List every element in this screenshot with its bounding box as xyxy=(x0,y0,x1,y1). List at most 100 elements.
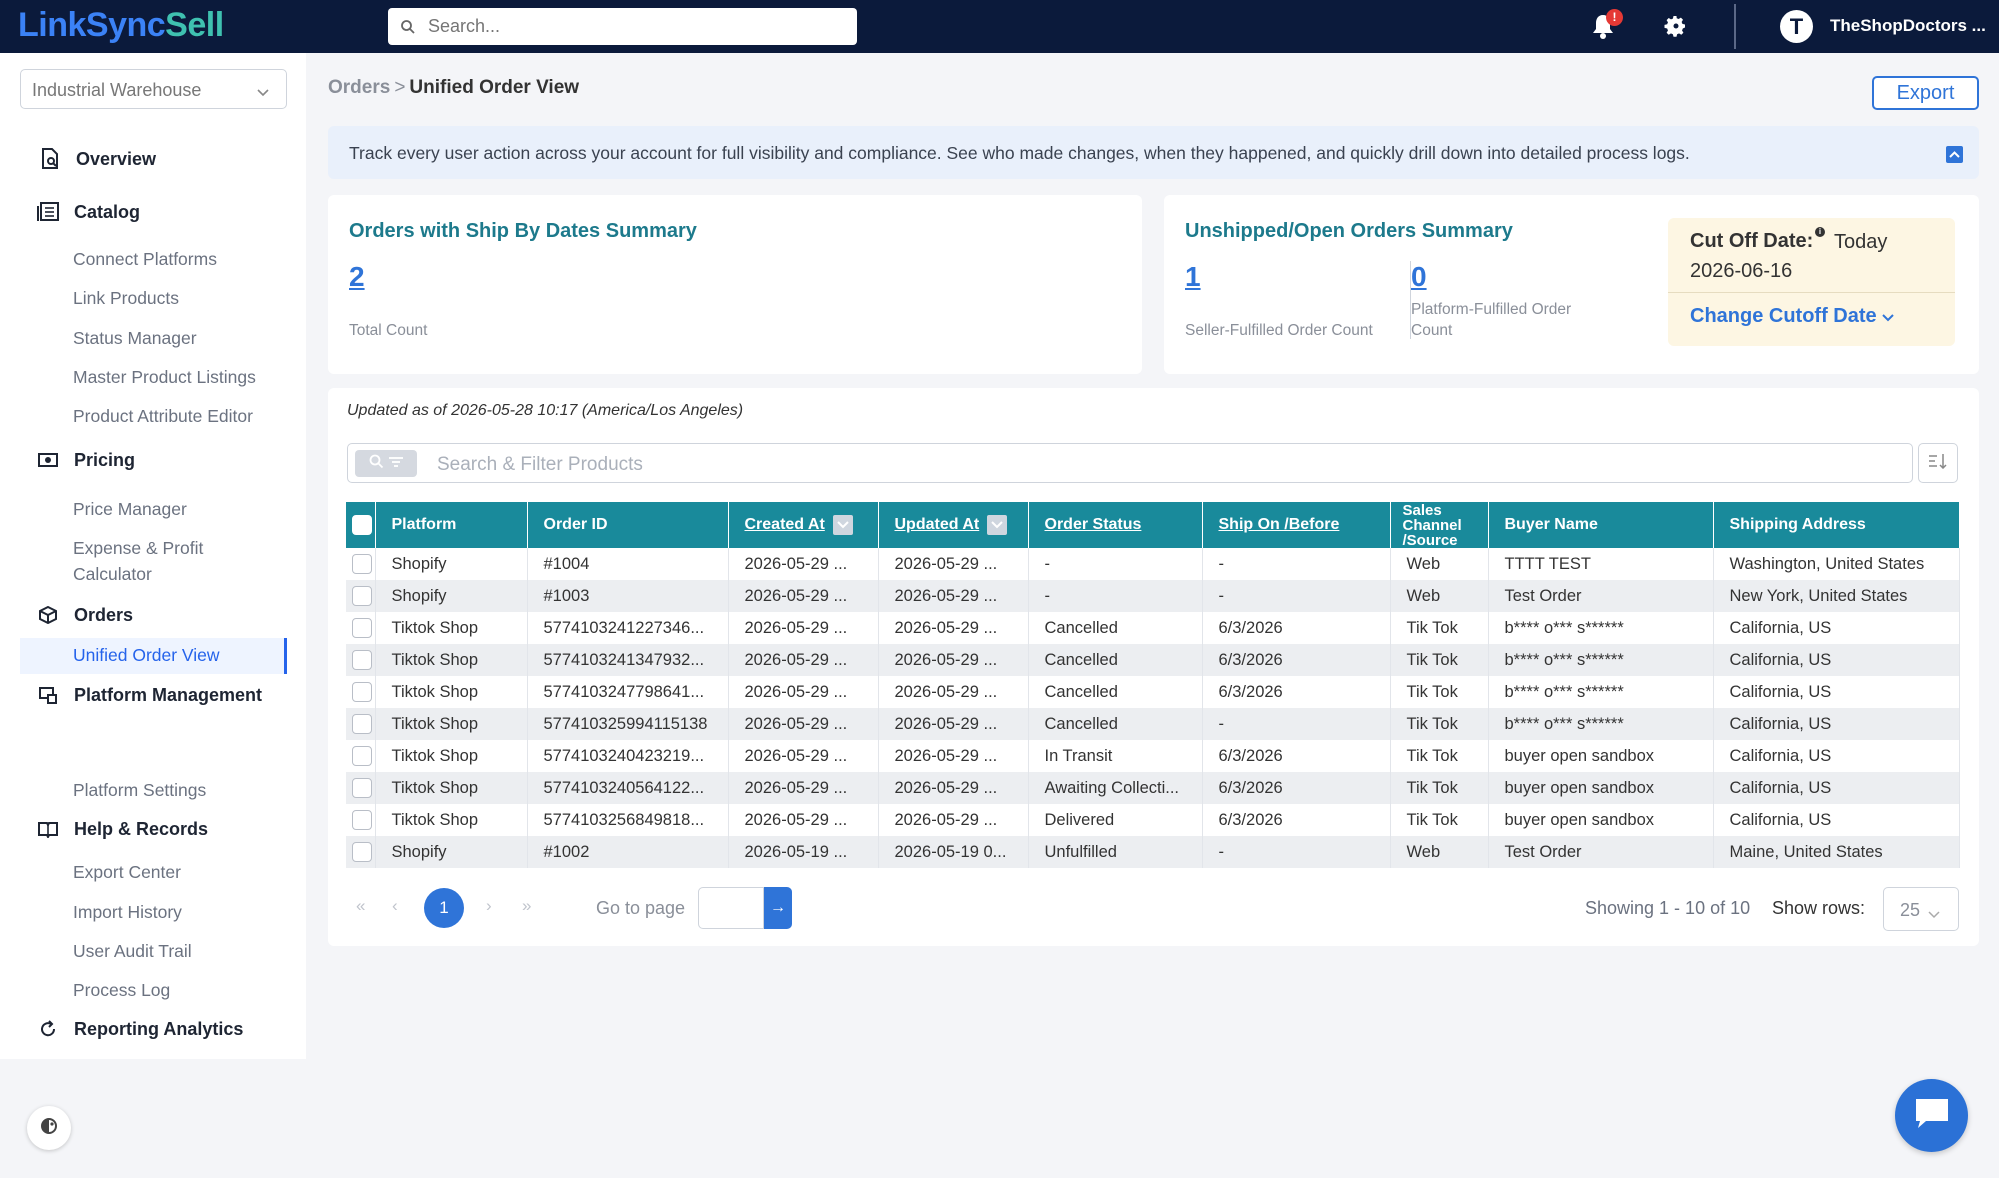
cutoff-date: 2026-06-16 xyxy=(1690,260,1793,282)
sidebar-item-import-history[interactable]: Import History xyxy=(73,899,182,925)
col-order-status[interactable]: Order Status xyxy=(1028,502,1203,548)
first-page-button[interactable]: « xyxy=(356,896,365,916)
row-checkbox[interactable] xyxy=(352,842,372,862)
theme-toggle-button[interactable] xyxy=(27,1106,71,1150)
gear-icon[interactable] xyxy=(1664,14,1688,38)
row-checkbox[interactable] xyxy=(352,714,372,734)
chevron-down-icon[interactable] xyxy=(987,515,1008,535)
updated-at-cell: 2026-05-29 ... xyxy=(878,740,1029,772)
row-checkbox[interactable] xyxy=(352,618,372,638)
table-row[interactable]: Tiktok Shop 5774103240423219... 2026-05-29… xyxy=(346,740,1960,772)
platform-cell: Tiktok Shop xyxy=(375,772,528,804)
row-checkbox[interactable] xyxy=(352,554,372,574)
goto-page-input[interactable] xyxy=(698,887,764,929)
chat-button[interactable] xyxy=(1895,1079,1968,1152)
sidebar-item-link-products[interactable]: Link Products xyxy=(73,285,179,311)
ship-on-cell: 6/3/2026 xyxy=(1202,740,1391,772)
row-checkbox[interactable] xyxy=(352,586,372,606)
warehouse-select[interactable]: Industrial Warehouse xyxy=(20,69,287,109)
table-row[interactable]: Tiktok Shop 5774103247798641... 2026-05-29… xyxy=(346,676,1960,708)
sidebar-item-export-center[interactable]: Export Center xyxy=(73,859,181,885)
sidebar-item-orders[interactable]: Orders xyxy=(36,603,133,627)
updated-at-cell: 2026-05-29 ... xyxy=(878,580,1029,612)
col-platform: Platform xyxy=(375,502,528,548)
platform-cell: Tiktok Shop xyxy=(375,644,528,676)
sidebar-item-orders-label: Orders xyxy=(74,604,134,625)
col-ship-on[interactable]: Ship On /Before xyxy=(1202,502,1391,548)
open-orders-summary-title: Unshipped/Open Orders Summary xyxy=(1185,220,1513,242)
avatar[interactable]: T xyxy=(1780,10,1813,43)
sidebar-item-platform-settings[interactable]: Platform Settings xyxy=(73,777,206,803)
row-checkbox[interactable] xyxy=(352,682,372,702)
seller-fulfilled-count[interactable]: 1 xyxy=(1185,261,1201,293)
shipping-address-cell: California, US xyxy=(1713,644,1960,676)
col-updated-at[interactable]: Updated At xyxy=(878,502,1029,548)
column-sort-button[interactable] xyxy=(1918,443,1958,483)
row-checkbox[interactable] xyxy=(352,650,372,670)
sidebar-item-catalog[interactable]: Catalog xyxy=(36,200,140,224)
sidebar-item-product-attribute-editor[interactable]: Product Attribute Editor xyxy=(73,403,253,429)
page-1-button[interactable]: 1 xyxy=(424,888,464,928)
order-id-cell: 5774103240423219... xyxy=(527,740,729,772)
sidebar-item-overview[interactable]: Overview xyxy=(38,147,156,171)
next-page-button[interactable]: › xyxy=(486,896,492,916)
notification-badge: ! xyxy=(1606,9,1623,26)
sidebar-item-pricing[interactable]: Pricing xyxy=(36,448,135,472)
platform-fulfilled-count[interactable]: 0 xyxy=(1411,261,1427,293)
user-name[interactable]: TheShopDoctors ... xyxy=(1830,16,1986,36)
ship-by-total-count[interactable]: 2 xyxy=(349,261,365,293)
sidebar-item-expense-profit[interactable]: Expense & Profit Calculator xyxy=(73,535,203,587)
updated-at-cell: 2026-05-29 ... xyxy=(878,612,1029,644)
logo-part-sync: Sync xyxy=(85,6,166,44)
sidebar-item-connect-platforms[interactable]: Connect Platforms xyxy=(73,246,217,272)
sidebar-item-reporting-analytics[interactable]: Reporting Analytics xyxy=(36,1017,243,1041)
updated-timestamp: Updated as of 2026-05-28 10:17 (America/… xyxy=(347,402,744,419)
sidebar-item-platform-management[interactable]: Platform Management xyxy=(36,683,262,707)
app-logo[interactable]: LinkSyncSell xyxy=(18,6,224,45)
info-icon[interactable]: i xyxy=(1815,227,1825,237)
sales-channel-cell: Tik Tok xyxy=(1390,708,1489,740)
row-checkbox[interactable] xyxy=(352,778,372,798)
prev-page-button[interactable]: ‹ xyxy=(392,896,398,916)
rows-per-page-select[interactable]: 25 xyxy=(1883,887,1959,931)
sidebar: Industrial Warehouse Overview Catalog Co… xyxy=(0,53,306,1059)
table-row[interactable]: Tiktok Shop 5774103256849818... 2026-05-29… xyxy=(346,804,1960,836)
pagination: « ‹ 1 › » Go to page → Showing 1 - 10 of… xyxy=(346,887,1959,931)
export-button[interactable]: Export xyxy=(1872,76,1979,110)
sidebar-item-process-log[interactable]: Process Log xyxy=(73,977,170,1003)
col-created-at[interactable]: Created At xyxy=(728,502,879,548)
sidebar-item-price-manager[interactable]: Price Manager xyxy=(73,496,187,522)
select-all-checkbox[interactable] xyxy=(352,515,372,535)
goto-page-button[interactable]: → xyxy=(764,887,792,929)
breadcrumb-orders[interactable]: Orders xyxy=(328,77,390,98)
table-row[interactable]: Tiktok Shop 5774103241347932... 2026-05-29… xyxy=(346,644,1960,676)
sidebar-item-platform-management-label: Platform Management xyxy=(74,684,263,705)
goto-page-label: Go to page xyxy=(596,898,686,918)
table-row[interactable]: Tiktok Shop 5774103241227346... 2026-05-29… xyxy=(346,612,1960,644)
row-select-cell xyxy=(346,644,376,676)
table-row[interactable]: Shopify #1002 2026-05-19 ... 2026-05-19 0..… xyxy=(346,836,1960,868)
shipping-address-cell: California, US xyxy=(1713,804,1960,836)
row-checkbox[interactable] xyxy=(352,746,372,766)
last-page-button[interactable]: » xyxy=(522,896,531,916)
logo-part-sell: Sell xyxy=(165,6,224,44)
table-row[interactable]: Shopify #1003 2026-05-29 ... 2026-05-29 ...… xyxy=(346,580,1960,612)
change-cutoff-button[interactable]: Change Cutoff Date xyxy=(1690,305,1894,328)
chevron-down-icon[interactable] xyxy=(832,515,853,535)
sidebar-item-help-records[interactable]: Help & Records xyxy=(36,817,208,841)
sidebar-item-master-product-listings[interactable]: Master Product Listings xyxy=(73,364,256,390)
sidebar-item-user-audit-trail[interactable]: User Audit Trail xyxy=(73,938,192,964)
chevron-down-icon xyxy=(256,82,270,103)
table-row[interactable]: Tiktok Shop 577410325994115138 2026-05-29 … xyxy=(346,708,1960,740)
row-checkbox[interactable] xyxy=(352,810,372,830)
filter-search-placeholder: Search & Filter Products xyxy=(437,454,643,475)
table-row[interactable]: Shopify #1004 2026-05-29 ... 2026-05-29 ...… xyxy=(346,548,1960,580)
global-search-input[interactable] xyxy=(428,16,828,37)
table-row[interactable]: Tiktok Shop 5774103240564122... 2026-05-29… xyxy=(346,772,1960,804)
global-search[interactable] xyxy=(388,8,857,45)
filter-pill[interactable] xyxy=(355,450,417,477)
updated-at-cell: 2026-05-29 ... xyxy=(878,644,1029,676)
sidebar-item-status-manager[interactable]: Status Manager xyxy=(73,325,197,351)
filter-search[interactable]: Search & Filter Products xyxy=(347,443,1913,483)
collapse-icon[interactable] xyxy=(1946,146,1963,163)
